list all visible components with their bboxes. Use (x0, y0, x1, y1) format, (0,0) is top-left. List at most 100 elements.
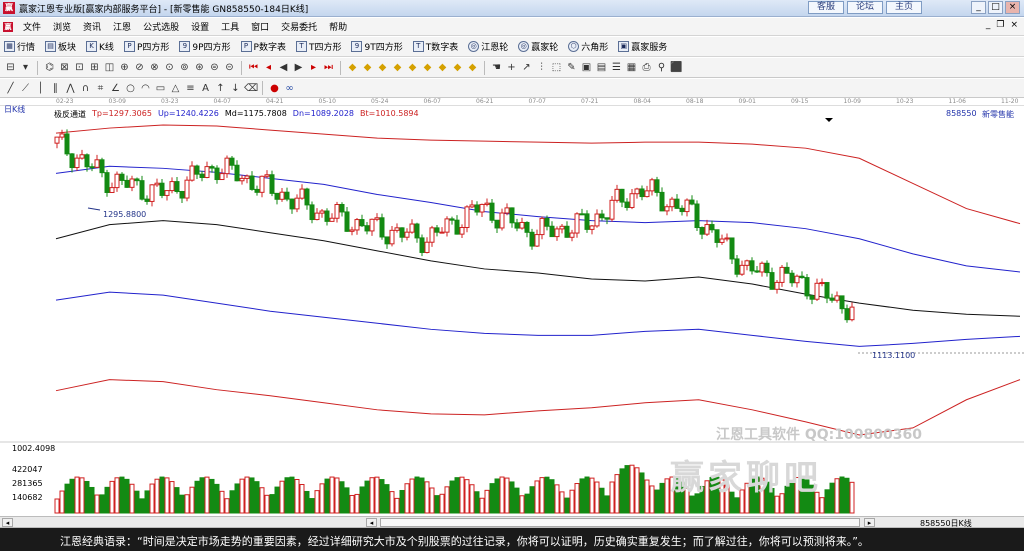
print-icon[interactable]: ⎙ (640, 61, 653, 74)
menu-formula[interactable]: 公式选股 (137, 20, 185, 33)
scroll-page-left-icon[interactable]: ◂ (366, 518, 377, 527)
menu-settings[interactable]: 设置 (185, 20, 215, 33)
up-arrow-icon[interactable]: ↑ (214, 82, 227, 95)
maximize-icon[interactable]: □ (988, 1, 1003, 14)
toolbar-winner-wheel[interactable]: ◎ 赢家轮 (518, 40, 558, 53)
pen-icon[interactable]: ✎ (565, 61, 578, 74)
draw-tool-11-icon[interactable]: ⊛ (193, 61, 206, 74)
menu-file[interactable]: 文件 (17, 20, 47, 33)
toolbar-9p-square[interactable]: 9 9P四方形 (179, 40, 231, 53)
toolbar-gann-wheel[interactable]: ◎ 江恩轮 (468, 40, 508, 53)
draw-tool-3-icon[interactable]: ⊡ (73, 61, 86, 74)
diamond-8-icon[interactable]: ◆ (451, 61, 464, 74)
mdi-minimize-icon[interactable]: _ (986, 20, 991, 30)
diamond-6-icon[interactable]: ◆ (421, 61, 434, 74)
last-bar-icon[interactable]: ⏭ (322, 61, 335, 74)
toolbar-quotes[interactable]: ▦ 行情 (4, 40, 35, 53)
arc-icon[interactable]: ◠ (139, 82, 152, 95)
draw-tool-13-icon[interactable]: ⊝ (223, 61, 236, 74)
cycle-icon[interactable]: ∩ (79, 82, 92, 95)
mdi-close-icon[interactable]: × (1010, 20, 1018, 30)
draw-tool-2-icon[interactable]: ⊠ (58, 61, 71, 74)
next-icon[interactable]: ▶ (292, 61, 305, 74)
record-icon[interactable]: ● (268, 82, 281, 95)
menu-tools[interactable]: 工具 (215, 20, 245, 33)
angle-icon[interactable]: ∠ (109, 82, 122, 95)
chart-scrollbar[interactable]: ◂ ◂ ▸ 858550日K线 (0, 516, 1024, 528)
line-tool-icon[interactable]: ╱ (4, 82, 17, 95)
diamond-1-icon[interactable]: ◆ (346, 61, 359, 74)
draw-tool-9-icon[interactable]: ⊙ (163, 61, 176, 74)
customer-service-link[interactable]: 客服 (808, 1, 844, 14)
split-icon[interactable]: ⫶ (535, 61, 548, 74)
toolbar-kline[interactable]: K K线 (86, 40, 114, 53)
scroll-left-icon[interactable]: ◂ (2, 518, 13, 527)
hand-icon[interactable]: ☚ (490, 61, 503, 74)
cursor-select-icon[interactable]: ⊟ (4, 61, 17, 74)
draw-tool-7-icon[interactable]: ⊘ (133, 61, 146, 74)
draw-tool-1-icon[interactable]: ⌬ (43, 61, 56, 74)
rect-tool-icon[interactable]: ▭ (154, 82, 167, 95)
arrow-tool-icon[interactable]: ↗ (520, 61, 533, 74)
vertical-line-icon[interactable]: │ (34, 82, 47, 95)
first-bar-icon[interactable]: ⏮ (247, 61, 260, 74)
mdi-restore-icon[interactable]: ❐ (996, 20, 1004, 30)
diamond-9-icon[interactable]: ◆ (466, 61, 479, 74)
crosshair-icon[interactable]: + (505, 61, 518, 74)
menu-info[interactable]: 资讯 (77, 20, 107, 33)
circle-tool-icon[interactable]: ○ (124, 82, 137, 95)
step-forward-icon[interactable]: ▸ (307, 61, 320, 74)
menu-trade[interactable]: 交易委托 (275, 20, 323, 33)
fib-icon[interactable]: ≡ (184, 82, 197, 95)
diamond-3-icon[interactable]: ◆ (376, 61, 389, 74)
filter-icon[interactable]: ⚲ (655, 61, 668, 74)
draw-tool-12-icon[interactable]: ⊜ (208, 61, 221, 74)
forum-link[interactable]: 论坛 (847, 1, 883, 14)
calculator-icon[interactable]: ▤ (595, 61, 608, 74)
minimize-icon[interactable]: _ (971, 1, 986, 14)
list-icon[interactable]: ☰ (610, 61, 623, 74)
close-icon[interactable]: × (1005, 1, 1020, 14)
scroll-thumb[interactable] (380, 518, 860, 527)
draw-tool-6-icon[interactable]: ⊕ (118, 61, 131, 74)
draw-tool-8-icon[interactable]: ⊗ (148, 61, 161, 74)
toolbar-t-square[interactable]: T T四方形 (295, 40, 341, 53)
draw-tool-4-icon[interactable]: ⊞ (88, 61, 101, 74)
text-tool-icon[interactable]: A (199, 82, 212, 95)
step-back-icon[interactable]: ◂ (262, 61, 275, 74)
diamond-5-icon[interactable]: ◆ (406, 61, 419, 74)
diamond-4-icon[interactable]: ◆ (391, 61, 404, 74)
toolbar-p-square[interactable]: P P四方形 (123, 40, 169, 53)
toolbar-9t-square[interactable]: 9 9T四方形 (351, 40, 403, 53)
ray-tool-icon[interactable]: ⟋ (19, 82, 32, 95)
link-icon[interactable]: ∞ (283, 82, 296, 95)
menu-window[interactable]: 窗口 (245, 20, 275, 33)
diamond-2-icon[interactable]: ◆ (361, 61, 374, 74)
toolbar-hexagon[interactable]: ⬡ 六角形 (568, 40, 608, 53)
draw-tool-10-icon[interactable]: ⊚ (178, 61, 191, 74)
dropdown-icon[interactable]: ▾ (19, 61, 32, 74)
grid-tool-icon[interactable]: ⌗ (94, 82, 107, 95)
prev-icon[interactable]: ◀ (277, 61, 290, 74)
draw-tool-5-icon[interactable]: ◫ (103, 61, 116, 74)
price-chart[interactable] (0, 106, 1024, 516)
scroll-right-icon[interactable]: ▸ (864, 518, 875, 527)
diamond-7-icon[interactable]: ◆ (436, 61, 449, 74)
menu-gann[interactable]: 江恩 (107, 20, 137, 33)
toolbar-service[interactable]: ▣ 赢家服务 (618, 40, 667, 53)
table-view-icon[interactable]: ▦ (625, 61, 638, 74)
toolbar-p-table[interactable]: P P数字表 (240, 40, 286, 53)
down-arrow-icon[interactable]: ↓ (229, 82, 242, 95)
fan-icon[interactable]: ⋀ (64, 82, 77, 95)
toolbar-t-table[interactable]: T T数字表 (412, 40, 458, 53)
toolbar-blocks[interactable]: ▤ 板块 (45, 40, 76, 53)
triangle-tool-icon[interactable]: △ (169, 82, 182, 95)
erase-icon[interactable]: ⌫ (244, 82, 258, 95)
menu-help[interactable]: 帮助 (323, 20, 353, 33)
image-icon[interactable]: ▣ (580, 61, 593, 74)
home-link[interactable]: 主页 (886, 1, 922, 14)
parallel-icon[interactable]: ∥ (49, 82, 62, 95)
stock-icon[interactable]: ⬛ (670, 61, 683, 74)
select-area-icon[interactable]: ⬚ (550, 61, 563, 74)
menu-browse[interactable]: 浏览 (47, 20, 77, 33)
